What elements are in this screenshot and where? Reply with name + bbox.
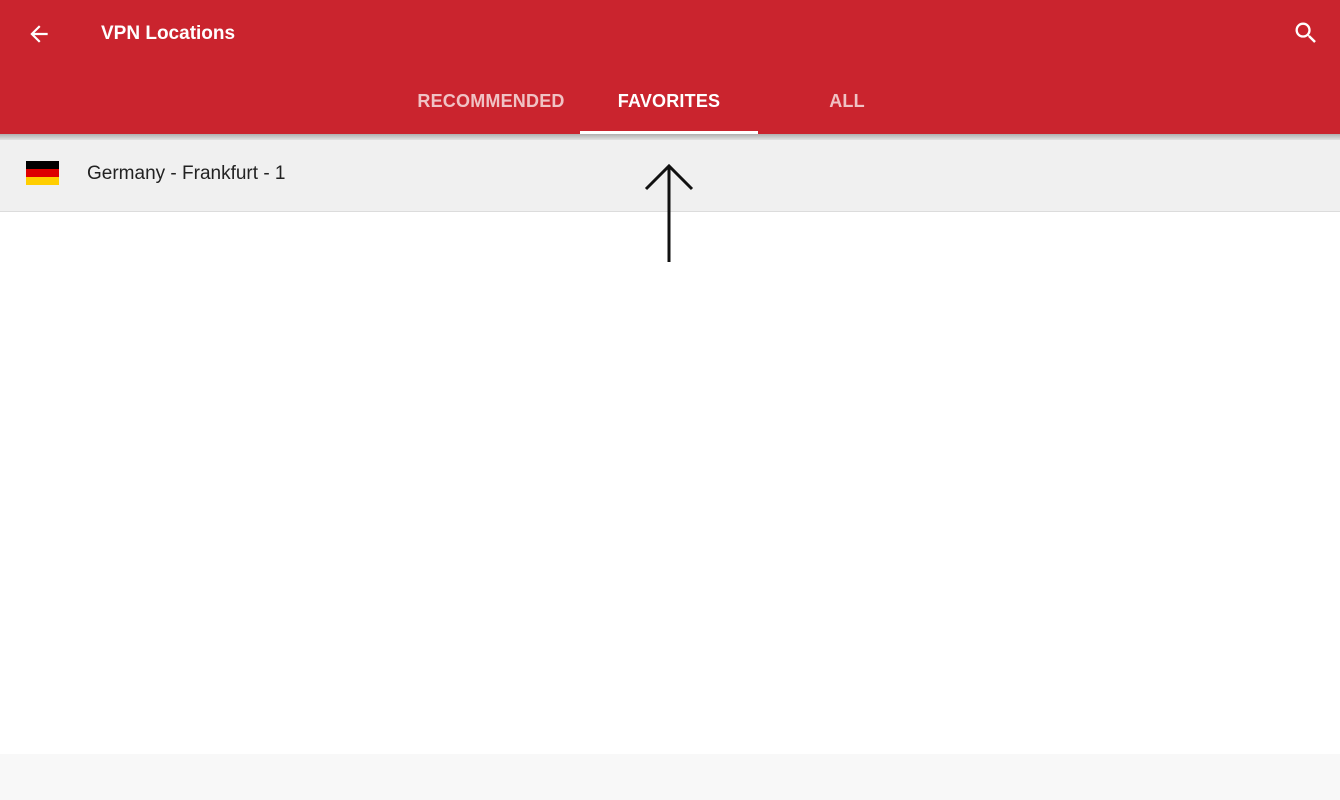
arrow-left-icon: [30, 25, 48, 43]
app-bar: VPN Locations RECOMMENDED FAVORITES ALL: [0, 0, 1340, 134]
tab-recommended[interactable]: RECOMMENDED: [402, 72, 580, 134]
tab-favorites[interactable]: FAVORITES: [580, 72, 758, 134]
location-label: Germany - Frankfurt - 1: [87, 163, 286, 184]
germany-flag-icon: [26, 161, 59, 185]
arrow-up-icon: [644, 163, 694, 262]
search-button[interactable]: [1282, 10, 1330, 56]
search-icon: [1295, 22, 1316, 43]
tab-all[interactable]: ALL: [758, 72, 936, 134]
back-button[interactable]: [14, 10, 64, 58]
tab-bar: RECOMMENDED FAVORITES ALL: [402, 72, 936, 134]
page-title: VPN Locations: [101, 23, 236, 44]
bottom-bar: [0, 754, 1340, 800]
